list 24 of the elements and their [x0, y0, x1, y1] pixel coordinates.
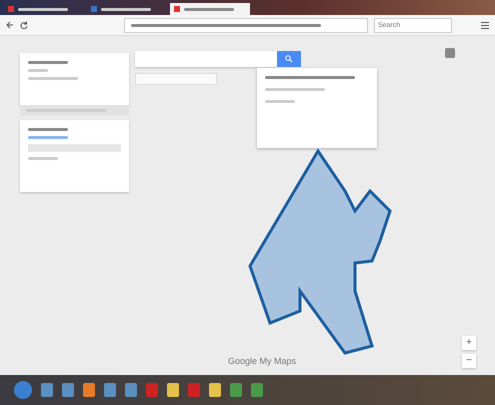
address-bar[interactable]: [124, 18, 368, 32]
taskbar-icon[interactable]: [251, 383, 263, 397]
taskbar-icon[interactable]: [62, 383, 74, 397]
taskbar-icon[interactable]: [209, 383, 221, 397]
menu-icon[interactable]: [481, 22, 489, 28]
browser-tab[interactable]: [170, 3, 250, 15]
taskbar-icon[interactable]: [125, 383, 137, 397]
polygon-shape[interactable]: [248, 148, 392, 355]
map-search-field[interactable]: [135, 51, 277, 67]
search-button[interactable]: [277, 51, 301, 67]
search-icon: [285, 55, 293, 63]
start-icon[interactable]: [14, 381, 32, 399]
taskbar-icon[interactable]: [188, 383, 200, 397]
map-logo: Google My Maps: [228, 356, 296, 366]
taskbar-icon[interactable]: [146, 383, 158, 397]
zoom-button[interactable]: +: [462, 336, 476, 350]
taskbar-icon[interactable]: [104, 383, 116, 397]
taskbar-icon[interactable]: [41, 383, 53, 397]
taskbar-icon[interactable]: [167, 383, 179, 397]
back-icon[interactable]: [6, 21, 14, 29]
zoom-button[interactable]: −: [462, 354, 476, 368]
taskbar-icon[interactable]: [230, 383, 242, 397]
reload-icon[interactable]: [20, 21, 28, 29]
taskbar-icon[interactable]: [83, 383, 95, 397]
